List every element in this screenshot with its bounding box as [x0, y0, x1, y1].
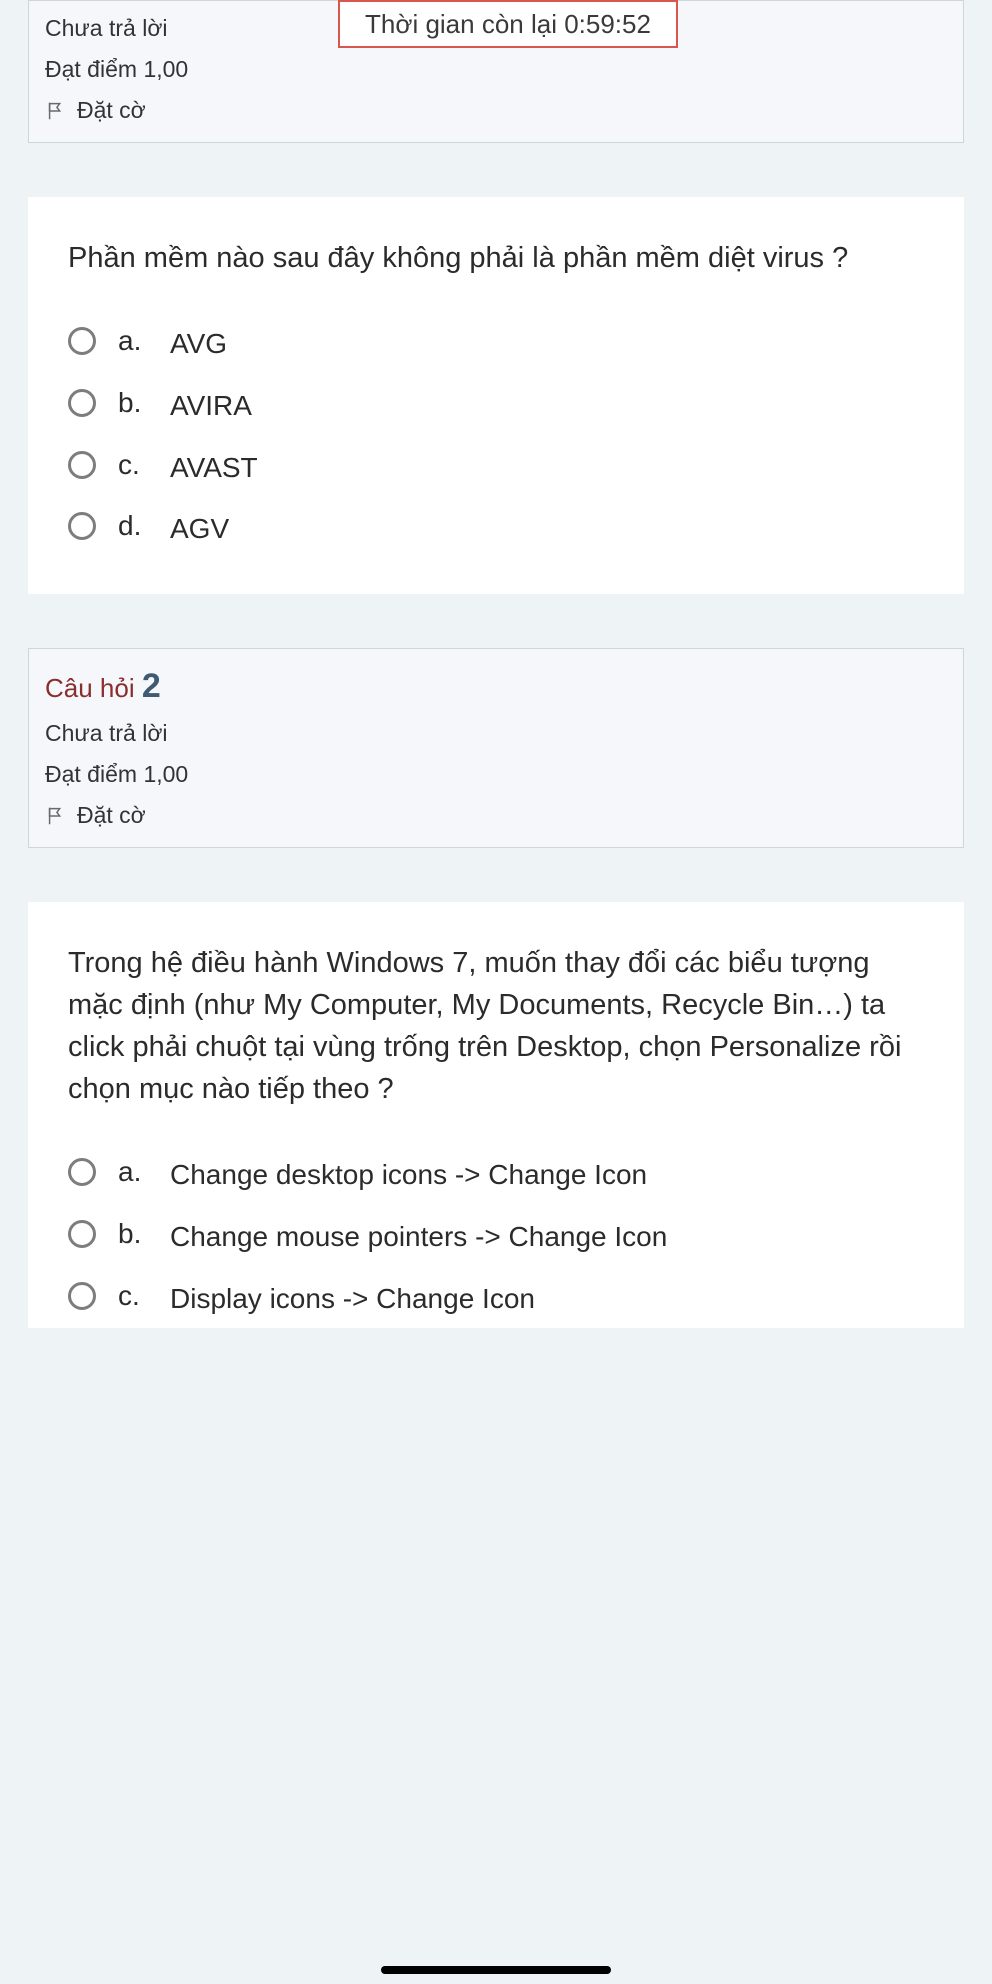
question-text: Phần mềm nào sau đây không phải là phần … — [68, 237, 924, 279]
option-text: AVAST — [170, 449, 258, 487]
timer-box: Thời gian còn lại 0:59:52 — [338, 0, 678, 48]
flag-label: Đặt cờ — [77, 97, 146, 124]
answer-option[interactable]: c. AVAST — [68, 449, 924, 487]
answer-option[interactable]: c. Display icons -> Change Icon — [68, 1280, 924, 1318]
option-text: AGV — [170, 510, 229, 548]
answer-status: Chưa trả lời — [45, 720, 947, 747]
question-body: Trong hệ điều hành Windows 7, muốn thay … — [28, 902, 964, 1328]
option-letter: c. — [118, 449, 148, 481]
option-letter: c. — [118, 1280, 148, 1312]
option-letter: b. — [118, 387, 148, 419]
question-text: Trong hệ điều hành Windows 7, muốn thay … — [68, 942, 924, 1110]
option-text: AVIRA — [170, 387, 252, 425]
answer-list: a. Change desktop icons -> Change Icon b… — [68, 1156, 924, 1317]
answer-option[interactable]: b. AVIRA — [68, 387, 924, 425]
radio-button[interactable] — [68, 389, 96, 417]
grade-line: Đạt điểm 1,00 — [45, 761, 947, 788]
flag-question-button[interactable]: Đặt cờ — [45, 97, 947, 124]
answer-option[interactable]: d. AGV — [68, 510, 924, 548]
radio-button[interactable] — [68, 1158, 96, 1186]
radio-button[interactable] — [68, 451, 96, 479]
option-text: AVG — [170, 325, 227, 363]
flag-icon — [45, 100, 67, 122]
radio-button[interactable] — [68, 1220, 96, 1248]
answer-option[interactable]: a. AVG — [68, 325, 924, 363]
answer-option[interactable]: b. Change mouse pointers -> Change Icon — [68, 1218, 924, 1256]
option-letter: b. — [118, 1218, 148, 1250]
answer-option[interactable]: a. Change desktop icons -> Change Icon — [68, 1156, 924, 1194]
radio-button[interactable] — [68, 327, 96, 355]
option-letter: a. — [118, 1156, 148, 1188]
option-text: Change mouse pointers -> Change Icon — [170, 1218, 667, 1256]
option-letter: d. — [118, 510, 148, 542]
grade-line: Đạt điểm 1,00 — [45, 56, 947, 83]
flag-icon — [45, 805, 67, 827]
flag-question-button[interactable]: Đặt cờ — [45, 802, 947, 829]
radio-button[interactable] — [68, 512, 96, 540]
option-text: Display icons -> Change Icon — [170, 1280, 535, 1318]
option-text: Change desktop icons -> Change Icon — [170, 1156, 647, 1194]
home-indicator — [381, 1966, 611, 1974]
radio-button[interactable] — [68, 1282, 96, 1310]
question-body: Phần mềm nào sau đây không phải là phần … — [28, 197, 964, 594]
question-info-card: Câu hỏi 2 Chưa trả lời Đạt điểm 1,00 Đặt… — [28, 648, 964, 848]
flag-label: Đặt cờ — [77, 802, 146, 829]
option-letter: a. — [118, 325, 148, 357]
question-title: Câu hỏi 2 — [45, 667, 947, 706]
answer-list: a. AVG b. AVIRA c. AVAST d. AGV — [68, 325, 924, 548]
timer-label: Thời gian còn lại 0:59:52 — [365, 9, 651, 40]
